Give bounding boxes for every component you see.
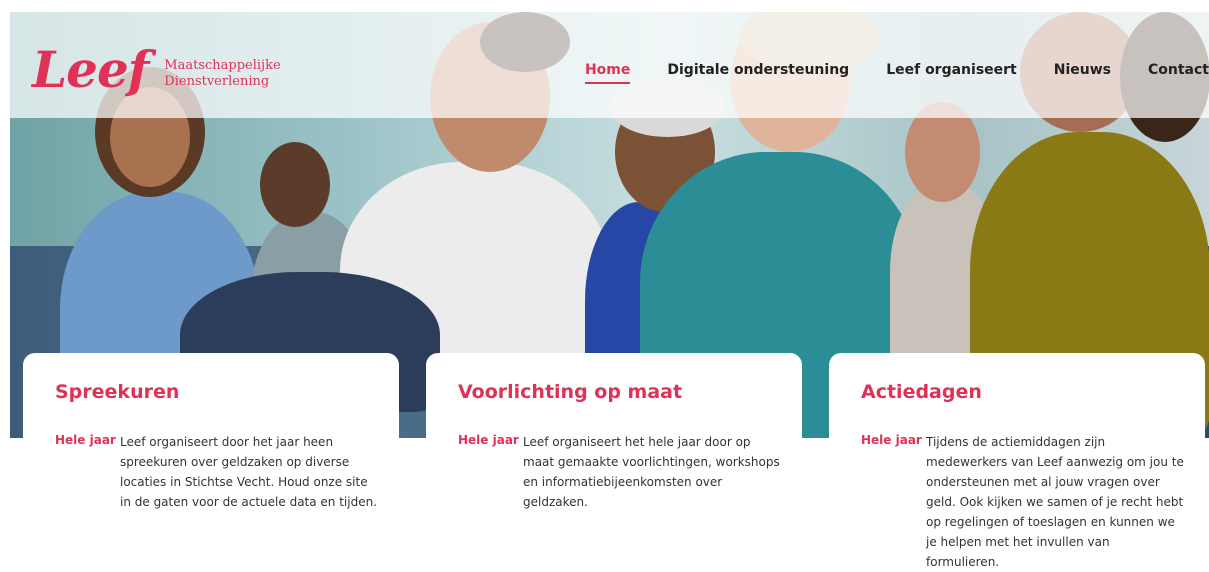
logo-subtitle-line2: Dienstverlening [164,74,270,89]
card-text: Tijdens de actiemiddagen zijn medewerker… [926,435,1184,569]
card-tag: Hele jaar [458,433,519,447]
card-text: Leef organiseert door het jaar heen spre… [120,435,378,509]
logo-subtitle-line1: Maatschappelijke [164,58,281,73]
card-spreekuren[interactable]: Spreekuren Hele jaar Leef organiseert do… [23,353,399,565]
card-text: Leef organiseert het hele jaar door op m… [523,435,780,509]
nav-item-leef-organiseert[interactable]: Leef organiseert [886,62,1017,84]
site-logo[interactable]: Leef Maatschappelijke Dienstverlening [32,42,281,98]
card-tag: Hele jaar [55,433,116,447]
main-navigation: Home Digitale ondersteuning Leef organis… [584,62,1209,84]
logo-wordmark: Leef [32,40,149,99]
card-tag: Hele jaar [861,433,922,447]
nav-item-home[interactable]: Home [584,62,631,84]
site-header: Leef Maatschappelijke Dienstverlening Ho… [10,12,1209,118]
card-actiedagen[interactable]: Actiedagen Hele jaar Tijdens de actiemid… [829,353,1205,569]
nav-item-digitale-ondersteuning[interactable]: Digitale ondersteuning [667,62,849,84]
card-title[interactable]: Spreekuren [55,381,179,403]
card-title[interactable]: Voorlichting op maat [458,381,682,403]
person-face [260,142,330,227]
card-voorlichting-op-maat[interactable]: Voorlichting op maat Hele jaar Leef orga… [426,353,802,565]
logo-subtitle: Maatschappelijke Dienstverlening [164,58,280,90]
nav-item-nieuws[interactable]: Nieuws [1054,62,1111,84]
nav-item-contact[interactable]: Contact [1148,62,1209,84]
card-title[interactable]: Actiedagen [861,381,982,403]
